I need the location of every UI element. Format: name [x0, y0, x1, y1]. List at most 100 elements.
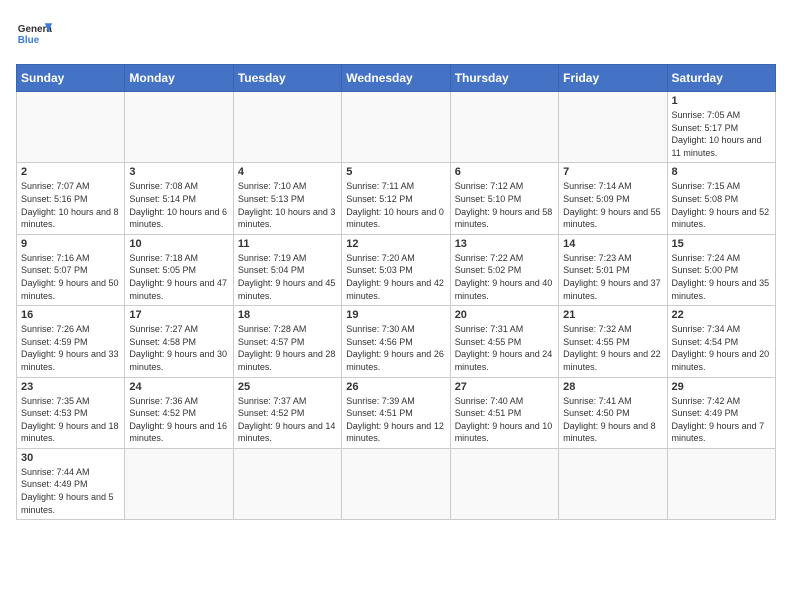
day-number: 1	[672, 95, 771, 107]
day-info: Sunrise: 7:37 AMSunset: 4:52 PMDaylight:…	[238, 395, 337, 445]
calendar-cell: 24Sunrise: 7:36 AMSunset: 4:52 PMDayligh…	[125, 377, 233, 448]
day-number: 10	[129, 238, 228, 250]
day-number: 5	[346, 166, 445, 178]
calendar-cell: 4Sunrise: 7:10 AMSunset: 5:13 PMDaylight…	[233, 163, 341, 234]
day-number: 6	[455, 166, 554, 178]
calendar-week-row: 9 Sunrise: 7:16 AMSunset: 5:07 PMDaylight…	[17, 234, 776, 305]
calendar-cell: 9 Sunrise: 7:16 AMSunset: 5:07 PMDaylight…	[17, 234, 125, 305]
day-number: 27	[455, 381, 554, 393]
calendar-header-monday: Monday	[125, 65, 233, 92]
calendar-cell: 26 Sunrise: 7:39 AMSunset: 4:51 PMDayligh…	[342, 377, 450, 448]
calendar-cell	[450, 92, 558, 163]
day-number: 20	[455, 309, 554, 321]
calendar-week-row: 16 Sunrise: 7:26 AMSunset: 4:59 PMDayligh…	[17, 306, 776, 377]
day-info: Sunrise: 7:26 AMSunset: 4:59 PMDaylight:…	[21, 323, 120, 373]
day-info: Sunrise: 7:44 AMSunset: 4:49 PMDaylight:…	[21, 466, 120, 516]
day-number: 8	[672, 166, 771, 178]
day-number: 19	[346, 309, 445, 321]
svg-text:Blue: Blue	[18, 35, 40, 46]
day-info: Sunrise: 7:34 AMSunset: 4:54 PMDaylight:…	[672, 323, 771, 373]
calendar-cell: 3 Sunrise: 7:08 AMSunset: 5:14 PMDaylight…	[125, 163, 233, 234]
calendar-cell	[667, 448, 775, 519]
day-number: 22	[672, 309, 771, 321]
calendar-cell	[342, 448, 450, 519]
calendar-week-row: 1 Sunrise: 7:05 AMSunset: 5:17 PMDaylight…	[17, 92, 776, 163]
calendar-cell: 10 Sunrise: 7:18 AMSunset: 5:05 PMDayligh…	[125, 234, 233, 305]
day-info: Sunrise: 7:20 AMSunset: 5:03 PMDaylight:…	[346, 252, 445, 302]
day-info: Sunrise: 7:10 AMSunset: 5:13 PMDaylight:…	[238, 180, 337, 230]
day-info: Sunrise: 7:35 AMSunset: 4:53 PMDaylight:…	[21, 395, 120, 445]
calendar-cell: 5 Sunrise: 7:11 AMSunset: 5:12 PMDaylight…	[342, 163, 450, 234]
day-info: Sunrise: 7:14 AMSunset: 5:09 PMDaylight:…	[563, 180, 662, 230]
day-number: 16	[21, 309, 120, 321]
calendar-header-friday: Friday	[559, 65, 667, 92]
day-info: Sunrise: 7:28 AMSunset: 4:57 PMDaylight:…	[238, 323, 337, 373]
day-number: 29	[672, 381, 771, 393]
calendar-cell: 22 Sunrise: 7:34 AMSunset: 4:54 PMDayligh…	[667, 306, 775, 377]
day-info: Sunrise: 7:27 AMSunset: 4:58 PMDaylight:…	[129, 323, 228, 373]
calendar-cell: 6 Sunrise: 7:12 AMSunset: 5:10 PMDaylight…	[450, 163, 558, 234]
calendar-cell: 28Sunrise: 7:41 AMSunset: 4:50 PMDayligh…	[559, 377, 667, 448]
day-info: Sunrise: 7:15 AMSunset: 5:08 PMDaylight:…	[672, 180, 771, 230]
day-number: 2	[21, 166, 120, 178]
day-number: 13	[455, 238, 554, 250]
day-info: Sunrise: 7:11 AMSunset: 5:12 PMDaylight:…	[346, 180, 445, 230]
calendar-header-row: SundayMondayTuesdayWednesdayThursdayFrid…	[17, 65, 776, 92]
day-info: Sunrise: 7:12 AMSunset: 5:10 PMDaylight:…	[455, 180, 554, 230]
calendar-cell: 15 Sunrise: 7:24 AMSunset: 5:00 PMDayligh…	[667, 234, 775, 305]
calendar-cell: 29Sunrise: 7:42 AMSunset: 4:49 PMDayligh…	[667, 377, 775, 448]
day-number: 11	[238, 238, 337, 250]
day-number: 21	[563, 309, 662, 321]
calendar-cell: 25 Sunrise: 7:37 AMSunset: 4:52 PMDayligh…	[233, 377, 341, 448]
day-info: Sunrise: 7:22 AMSunset: 5:02 PMDaylight:…	[455, 252, 554, 302]
calendar-header-sunday: Sunday	[17, 65, 125, 92]
day-info: Sunrise: 7:16 AMSunset: 5:07 PMDaylight:…	[21, 252, 120, 302]
day-info: Sunrise: 7:07 AMSunset: 5:16 PMDaylight:…	[21, 180, 120, 230]
day-info: Sunrise: 7:18 AMSunset: 5:05 PMDaylight:…	[129, 252, 228, 302]
day-number: 30	[21, 452, 120, 464]
day-number: 28	[563, 381, 662, 393]
day-info: Sunrise: 7:19 AMSunset: 5:04 PMDaylight:…	[238, 252, 337, 302]
calendar-cell: 21 Sunrise: 7:32 AMSunset: 4:55 PMDayligh…	[559, 306, 667, 377]
calendar-header-wednesday: Wednesday	[342, 65, 450, 92]
calendar-cell: 17 Sunrise: 7:27 AMSunset: 4:58 PMDayligh…	[125, 306, 233, 377]
day-info: Sunrise: 7:30 AMSunset: 4:56 PMDaylight:…	[346, 323, 445, 373]
calendar-week-row: 23 Sunrise: 7:35 AMSunset: 4:53 PMDayligh…	[17, 377, 776, 448]
day-number: 26	[346, 381, 445, 393]
calendar-cell: 27Sunrise: 7:40 AMSunset: 4:51 PMDayligh…	[450, 377, 558, 448]
calendar-cell	[17, 92, 125, 163]
day-info: Sunrise: 7:24 AMSunset: 5:00 PMDaylight:…	[672, 252, 771, 302]
day-number: 25	[238, 381, 337, 393]
calendar-cell	[559, 448, 667, 519]
logo: General Blue	[16, 16, 52, 52]
day-info: Sunrise: 7:23 AMSunset: 5:01 PMDaylight:…	[563, 252, 662, 302]
generalblue-logo-icon: General Blue	[16, 16, 52, 52]
day-info: Sunrise: 7:08 AMSunset: 5:14 PMDaylight:…	[129, 180, 228, 230]
day-info: Sunrise: 7:39 AMSunset: 4:51 PMDaylight:…	[346, 395, 445, 445]
day-number: 12	[346, 238, 445, 250]
calendar-cell: 13 Sunrise: 7:22 AMSunset: 5:02 PMDayligh…	[450, 234, 558, 305]
day-number: 14	[563, 238, 662, 250]
day-info: Sunrise: 7:36 AMSunset: 4:52 PMDaylight:…	[129, 395, 228, 445]
day-number: 3	[129, 166, 228, 178]
calendar-cell	[125, 92, 233, 163]
calendar-week-row: 30 Sunrise: 7:44 AMSunset: 4:49 PMDayligh…	[17, 448, 776, 519]
header: General Blue	[16, 16, 776, 52]
day-number: 15	[672, 238, 771, 250]
day-number: 9	[21, 238, 120, 250]
calendar-cell: 19 Sunrise: 7:30 AMSunset: 4:56 PMDayligh…	[342, 306, 450, 377]
day-number: 17	[129, 309, 228, 321]
calendar-cell: 30 Sunrise: 7:44 AMSunset: 4:49 PMDayligh…	[17, 448, 125, 519]
calendar-cell: 1 Sunrise: 7:05 AMSunset: 5:17 PMDaylight…	[667, 92, 775, 163]
day-info: Sunrise: 7:32 AMSunset: 4:55 PMDaylight:…	[563, 323, 662, 373]
calendar-cell	[559, 92, 667, 163]
calendar-cell: 20Sunrise: 7:31 AMSunset: 4:55 PMDayligh…	[450, 306, 558, 377]
calendar-cell	[233, 448, 341, 519]
calendar-header-tuesday: Tuesday	[233, 65, 341, 92]
day-info: Sunrise: 7:05 AMSunset: 5:17 PMDaylight:…	[672, 109, 771, 159]
calendar-cell: 11 Sunrise: 7:19 AMSunset: 5:04 PMDayligh…	[233, 234, 341, 305]
calendar-cell: 14 Sunrise: 7:23 AMSunset: 5:01 PMDayligh…	[559, 234, 667, 305]
calendar-cell	[450, 448, 558, 519]
calendar-week-row: 2 Sunrise: 7:07 AMSunset: 5:16 PMDaylight…	[17, 163, 776, 234]
day-number: 23	[21, 381, 120, 393]
